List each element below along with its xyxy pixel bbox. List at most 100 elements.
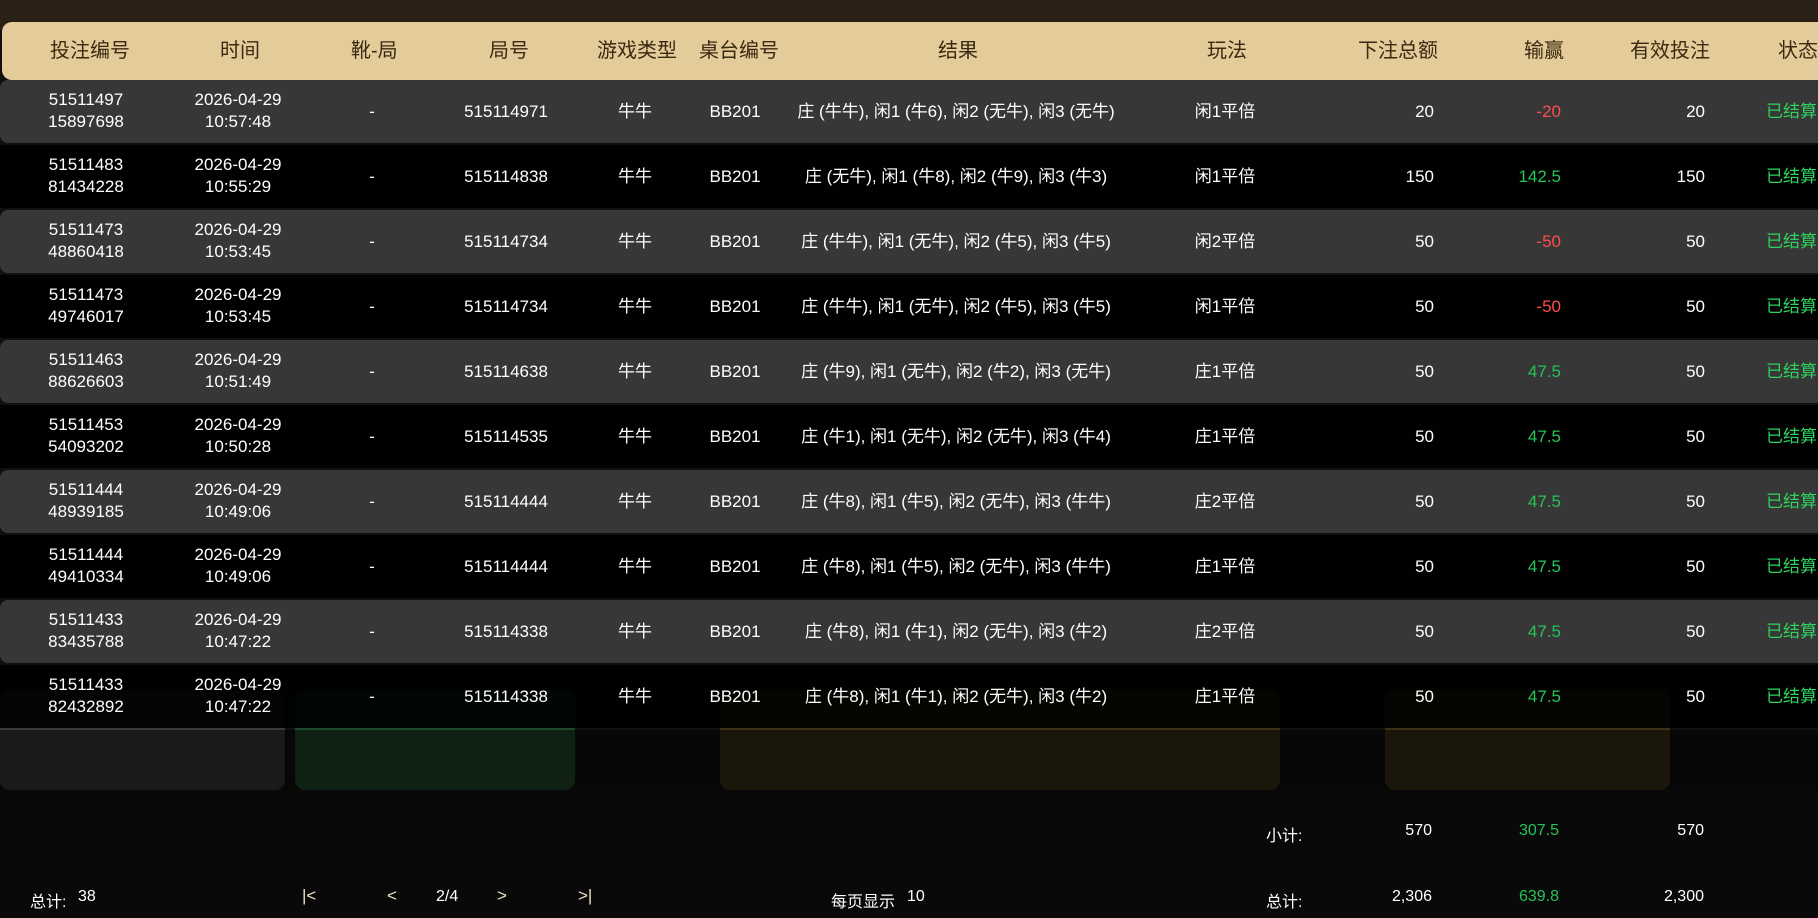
shoe-round-cell: - [369, 622, 375, 641]
game-type-cell: 牛牛 [618, 427, 652, 446]
game-type-cell: 牛牛 [618, 362, 652, 381]
round-no-cell: 515114535 [464, 427, 548, 446]
bet-id-cell-line: 51511444 [48, 480, 124, 499]
valid-bet-cell: 50 [1686, 297, 1705, 316]
table-no-cell: BB201 [709, 232, 761, 251]
time-cell: 2026-04-29 10:57:48 [195, 89, 282, 133]
time-cell-line: 2026-04-29 [194, 545, 282, 564]
game-type-cell: 牛牛 [618, 297, 652, 316]
bet-id-cell: 51511497 15897698 [48, 89, 124, 133]
shoe-round-cell: - [369, 687, 375, 706]
bet-id-cell: 51511444 48939185 [48, 479, 124, 523]
status-cell: 已结算 [1766, 362, 1817, 381]
time-cell: 2026-04-29 10:49:06 [195, 544, 282, 588]
shoe-round-cell: - [369, 167, 375, 186]
time-cell: 2026-04-29 10:50:28 [195, 414, 282, 458]
time-cell: 2026-04-29 10:47:22 [195, 609, 282, 653]
time-cell-line: 10:49:06 [204, 502, 272, 521]
play-cell: 庄1平倍 [1194, 557, 1256, 576]
col-game-type: 游戏类型 [597, 40, 677, 62]
bet-total-cell: 50 [1415, 297, 1434, 316]
game-type-cell: 牛牛 [618, 167, 652, 186]
total-count-label: 总计: [30, 894, 67, 911]
bet-id-cell-line: 48860418 [48, 242, 124, 261]
table-row: 51511444 49410334 2026-04-29 10:49:06 - 51511… [0, 535, 1818, 598]
table-header: 投注编号 时间 靴-局 局号 游戏类型 桌台编号 结果 玩法 下注总额 输赢 有… [2, 22, 1818, 80]
bet-id-cell-line: 51511444 [48, 545, 124, 564]
status-cell: 已结算 [1766, 232, 1817, 251]
col-table-no: 桌台编号 [699, 40, 779, 62]
col-status: 状态 [1778, 40, 1818, 62]
last-page-button[interactable]: >| [578, 886, 592, 906]
status-cell: 已结算 [1766, 687, 1817, 706]
bet-total-cell: 50 [1415, 687, 1434, 706]
round-no-cell: 515114444 [464, 492, 548, 511]
bet-id-cell-line: 51511433 [48, 610, 124, 629]
game-type-cell: 牛牛 [618, 232, 652, 251]
table-row: 51511497 15897698 2026-04-29 10:57:48 - 51511… [0, 80, 1818, 143]
game-type-cell: 牛牛 [618, 622, 652, 641]
time-cell-line: 2026-04-29 [194, 480, 282, 499]
bet-id-cell: 51511453 54093202 [48, 414, 124, 458]
table-row: 51511433 83435788 2026-04-29 10:47:22 - 51511… [0, 600, 1818, 663]
bet-total-cell: 50 [1415, 492, 1434, 511]
grand-total-label: 总计: [1266, 894, 1303, 911]
time-cell-line: 10:49:06 [204, 567, 272, 586]
valid-bet-cell: 50 [1686, 492, 1705, 511]
time-cell-line: 10:51:49 [204, 372, 272, 391]
win-loss-cell: -50 [1536, 232, 1561, 251]
round-no-cell: 515114734 [464, 232, 548, 251]
per-page-label: 每页显示 [831, 894, 896, 911]
time-cell-line: 2026-04-29 [194, 675, 282, 694]
status-cell: 已结算 [1766, 557, 1817, 576]
bet-id-cell-line: 83435788 [48, 632, 124, 651]
time-cell: 2026-04-29 10:53:45 [195, 219, 282, 263]
bet-id-cell-line: 51511453 [48, 415, 124, 434]
first-page-button[interactable]: |< [302, 886, 316, 906]
time-cell-line: 10:53:45 [204, 307, 272, 326]
play-cell: 庄2平倍 [1194, 492, 1256, 511]
win-loss-cell: -50 [1536, 297, 1561, 316]
bet-id-cell-line: 54093202 [48, 437, 124, 456]
round-no-cell: 515114638 [464, 362, 548, 381]
bet-id-cell: 51511433 82432892 [48, 674, 124, 718]
result-cell: 庄 (牛8), 闲1 (牛5), 闲2 (无牛), 闲3 (牛牛) [801, 557, 1111, 576]
status-cell: 已结算 [1766, 492, 1817, 511]
valid-bet-cell: 150 [1676, 167, 1705, 186]
time-cell-line: 10:47:22 [204, 632, 272, 651]
subtotal-bet: 570 [1405, 822, 1432, 839]
play-cell: 闲2平倍 [1194, 232, 1256, 251]
status-cell: 已结算 [1766, 167, 1817, 186]
time-cell-line: 10:57:48 [204, 112, 272, 131]
bet-id-cell-line: 49410334 [48, 567, 124, 586]
col-valid-bet: 有效投注 [1630, 40, 1710, 62]
next-page-button[interactable]: > [497, 886, 507, 906]
win-loss-cell: 47.5 [1527, 492, 1561, 511]
result-cell: 庄 (无牛), 闲1 (牛8), 闲2 (牛9), 闲3 (牛3) [804, 167, 1108, 186]
result-cell: 庄 (牛9), 闲1 (无牛), 闲2 (牛2), 闲3 (无牛) [801, 362, 1111, 381]
valid-bet-cell: 20 [1686, 102, 1705, 121]
time-cell-line: 2026-04-29 [194, 220, 282, 239]
win-loss-cell: 47.5 [1527, 622, 1561, 641]
grand-total-bet: 2,306 [1391, 888, 1432, 905]
bet-id-cell-line: 51511473 [48, 285, 124, 304]
time-cell-line: 2026-04-29 [194, 350, 282, 369]
win-loss-cell: 47.5 [1527, 687, 1561, 706]
table-row: 51511473 48860418 2026-04-29 10:53:45 - 51511… [0, 210, 1818, 273]
table-no-cell: BB201 [709, 492, 761, 511]
table-no-cell: BB201 [709, 687, 761, 706]
bet-id-cell-line: 48939185 [48, 502, 124, 521]
col-bet-total: 下注总额 [1358, 40, 1438, 62]
time-cell: 2026-04-29 10:47:22 [195, 674, 282, 718]
time-cell-line: 10:47:22 [204, 697, 272, 716]
table-row: 51511444 48939185 2026-04-29 10:49:06 - 51511… [0, 470, 1818, 533]
col-time: 时间 [220, 40, 260, 62]
col-win-loss: 输赢 [1524, 40, 1564, 62]
result-cell: 庄 (牛8), 闲1 (牛1), 闲2 (无牛), 闲3 (牛2) [804, 687, 1108, 706]
table-no-cell: BB201 [709, 167, 761, 186]
time-cell-line: 10:50:28 [204, 437, 272, 456]
prev-page-button[interactable]: < [387, 886, 397, 906]
per-page-select[interactable]: 10 [907, 888, 925, 906]
table-no-cell: BB201 [709, 102, 761, 121]
subtotal-winloss: 307.5 [1518, 822, 1559, 839]
